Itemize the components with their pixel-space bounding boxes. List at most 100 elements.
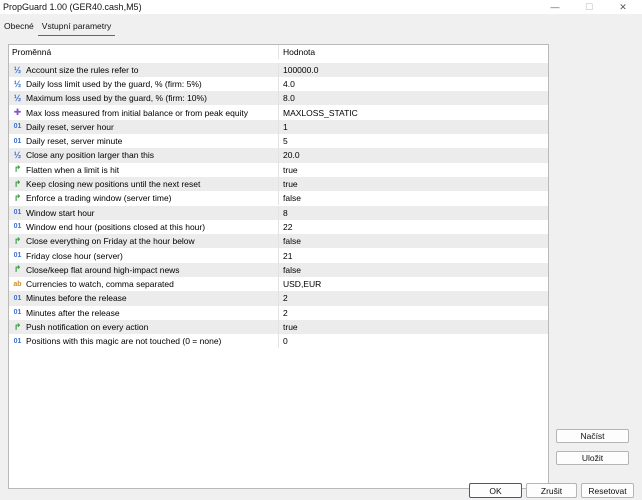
param-name-cell: ↱ Push notification on every action [9, 319, 279, 335]
double-icon: ½ [13, 64, 22, 75]
cancel-button[interactable]: Zrušit [526, 483, 577, 498]
table-row[interactable]: 01 Minutes before the release 2 [9, 291, 548, 306]
param-name: Minutes before the release [26, 293, 127, 304]
param-value[interactable]: USD,EUR [279, 277, 548, 291]
enum-icon: ✚ [13, 107, 22, 118]
maximize-icon[interactable]: ☐ [572, 0, 606, 14]
param-name-cell: 01 Daily reset, server hour [9, 119, 279, 134]
table-row[interactable]: ✚ Max loss measured from initial balance … [9, 105, 548, 120]
param-name: Daily reset, server minute [26, 136, 123, 147]
load-button[interactable]: Načíst [556, 429, 629, 443]
param-value[interactable]: 100000.0 [279, 63, 548, 77]
param-value[interactable]: MAXLOSS_STATIC [279, 105, 548, 119]
bool-icon: ↱ [13, 192, 22, 203]
table-row[interactable]: 01 Friday close hour (server) 21 [9, 248, 548, 263]
ok-button[interactable]: OK [469, 483, 522, 498]
tab-input-parameters[interactable]: Vstupní parametry [37, 18, 116, 36]
window-title: PropGuard 1.00 (GER40.cash,M5) [3, 2, 142, 12]
param-value[interactable]: 4.0 [279, 77, 548, 91]
minimize-icon[interactable]: — [538, 0, 572, 14]
param-value[interactable]: 21 [279, 248, 548, 262]
param-name-cell: ½ Maximum loss used by the guard, % (firm… [9, 91, 279, 106]
param-name-cell: 01 Positions with this magic are not touc… [9, 334, 279, 349]
integer-icon: 01 [13, 337, 22, 345]
table-row[interactable]: ab Currencies to watch, comma separated US… [9, 277, 548, 292]
param-name: Daily reset, server hour [26, 121, 114, 132]
param-value[interactable]: false [279, 234, 548, 248]
param-name-cell: ½ Close any position larger than this [9, 148, 279, 163]
param-value[interactable]: true [279, 320, 548, 334]
param-value[interactable]: false [279, 191, 548, 205]
param-value[interactable]: true [279, 177, 548, 191]
table-row[interactable]: 01 Window start hour 8 [9, 205, 548, 220]
table-row[interactable]: ↱ Keep closing new positions until the ne… [9, 176, 548, 192]
column-header-name[interactable]: Proměnná [9, 45, 279, 60]
param-value[interactable]: false [279, 263, 548, 277]
param-name: Push notification on every action [26, 322, 149, 333]
param-name-cell: 01 Window end hour (positions closed at t… [9, 219, 279, 235]
integer-icon: 01 [13, 223, 22, 231]
param-name: Enforce a trading window (server time) [26, 193, 172, 204]
param-name: Friday close hour (server) [26, 250, 123, 261]
param-name-cell: 01 Minutes after the release [9, 305, 279, 320]
param-name-cell: ↱ Close/keep flat around high-impact news [9, 262, 279, 277]
integer-icon: 01 [13, 294, 22, 302]
save-button[interactable]: Uložit [556, 451, 629, 465]
table-row[interactable]: ↱ Close/keep flat around high-impact news… [9, 262, 548, 277]
table-row[interactable]: ↱ Push notification on every action true [9, 319, 548, 335]
param-value[interactable]: 8.0 [279, 91, 548, 105]
table-row[interactable]: ↱ Enforce a trading window (server time) f… [9, 191, 548, 206]
integer-icon: 01 [13, 209, 22, 217]
table-row[interactable]: ↱ Flatten when a limit is hit true [9, 162, 548, 177]
param-name-cell: ↱ Close everything on Friday at the hour … [9, 234, 279, 249]
param-name-cell: ↱ Keep closing new positions until the ne… [9, 176, 279, 192]
table-row[interactable]: ½ Close any position larger than this 20.0 [9, 148, 548, 163]
param-name-cell: ½ Daily loss limit used by the guard, % (… [9, 76, 279, 92]
double-icon: ½ [13, 150, 22, 161]
table-row[interactable]: ½ Maximum loss used by the guard, % (firm… [9, 91, 548, 106]
param-value[interactable]: 22 [279, 220, 548, 234]
param-value[interactable]: 5 [279, 134, 548, 148]
tab-bar: Obecné Vstupní parametry [0, 18, 116, 36]
string-icon: ab [13, 280, 22, 288]
table-row[interactable]: 01 Daily reset, server hour 1 [9, 119, 548, 134]
param-name-cell: 01 Window start hour [9, 205, 279, 220]
close-icon[interactable]: ✕ [606, 0, 640, 14]
bool-icon: ↱ [13, 235, 22, 246]
param-name: Close everything on Friday at the hour b… [26, 236, 195, 247]
bool-icon: ↱ [13, 264, 22, 275]
param-value[interactable]: 2 [279, 291, 548, 305]
column-header-value[interactable]: Hodnota [279, 45, 548, 59]
integer-icon: 01 [13, 123, 22, 131]
param-name-cell: ↱ Enforce a trading window (server time) [9, 191, 279, 206]
param-name: Positions with this magic are not touche… [26, 336, 222, 347]
reset-button[interactable]: Resetovat [581, 483, 634, 498]
param-name-cell: ab Currencies to watch, comma separated [9, 277, 279, 292]
parameters-grid: Proměnná Hodnota ½ Account size the rules… [8, 44, 549, 489]
param-value[interactable]: true [279, 163, 548, 177]
table-row[interactable]: ½ Daily loss limit used by the guard, % (… [9, 76, 548, 92]
param-name-cell: 01 Minutes before the release [9, 291, 279, 306]
param-value[interactable]: 0 [279, 334, 548, 348]
integer-icon: 01 [13, 309, 22, 317]
bool-icon: ↱ [13, 178, 22, 189]
double-icon: ½ [13, 78, 22, 89]
param-name: Minutes after the release [26, 307, 120, 318]
table-row[interactable]: 01 Daily reset, server minute 5 [9, 134, 548, 149]
param-name-cell: ✚ Max loss measured from initial balance … [9, 105, 279, 120]
table-row[interactable]: 01 Positions with this magic are not touc… [9, 334, 548, 349]
param-name: Currencies to watch, comma separated [26, 279, 174, 290]
double-icon: ½ [13, 93, 22, 104]
param-value[interactable]: 2 [279, 306, 548, 320]
param-value[interactable]: 20.0 [279, 148, 548, 162]
param-name: Maximum loss used by the guard, % (firm:… [26, 93, 207, 104]
table-row[interactable]: ½ Account size the rules refer to 100000.0 [9, 62, 548, 77]
table-row[interactable]: ↱ Close everything on Friday at the hour … [9, 234, 548, 249]
param-value[interactable]: 8 [279, 206, 548, 220]
table-row[interactable]: 01 Minutes after the release 2 [9, 305, 548, 320]
table-row[interactable]: 01 Window end hour (positions closed at t… [9, 219, 548, 235]
param-value[interactable]: 1 [279, 120, 548, 134]
param-name: Close any position larger than this [26, 150, 155, 161]
tab-general[interactable]: Obecné [0, 18, 38, 36]
bool-icon: ↱ [13, 321, 22, 332]
